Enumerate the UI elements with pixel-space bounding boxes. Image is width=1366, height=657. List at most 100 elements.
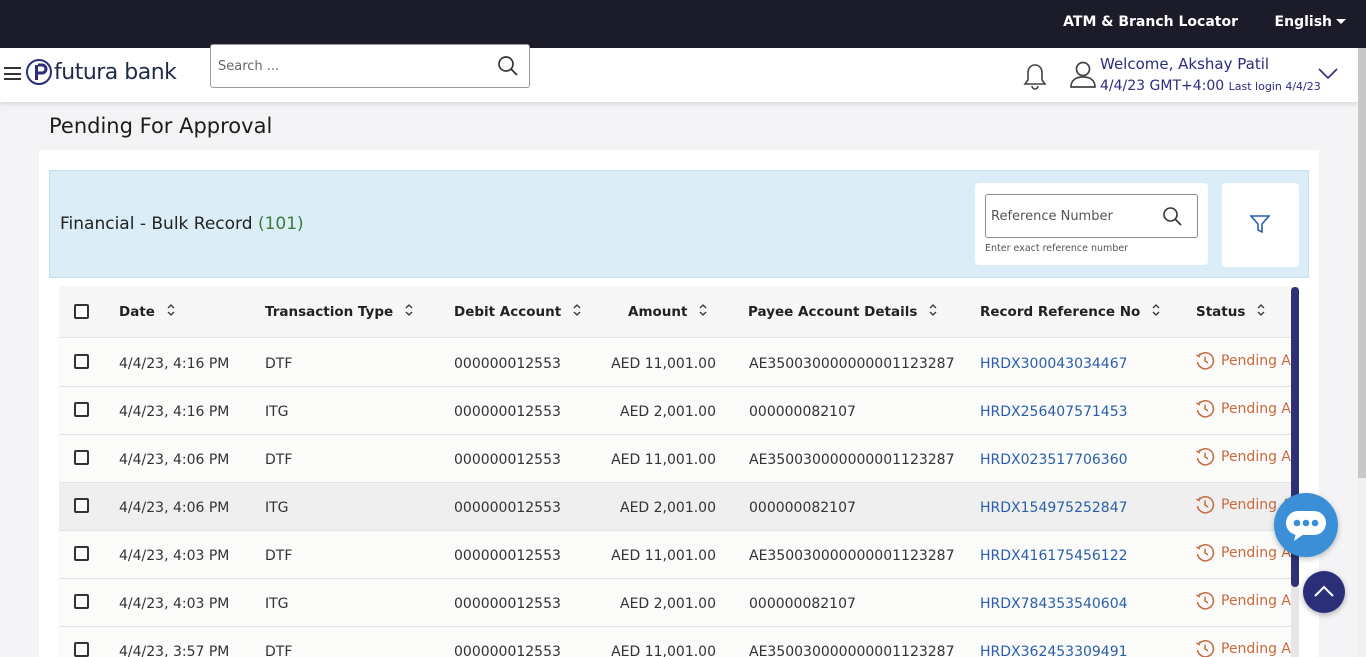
status-text: Pending Ap xyxy=(1221,449,1291,465)
cell-amount: AED 11,001.00 xyxy=(611,356,716,372)
record-reference-link[interactable]: HRDX023517706360 xyxy=(980,452,1128,468)
table-row[interactable]: 4/4/23, 4:06 PM DTF 000000012553 AED 11,001… xyxy=(59,435,1291,483)
banner-title-text: Financial - Bulk Record xyxy=(60,214,253,234)
cell-date: 4/4/23, 4:03 PM xyxy=(119,596,230,612)
clock-history-icon xyxy=(1196,352,1215,370)
language-selector[interactable]: English xyxy=(1275,14,1332,30)
search-input[interactable]: Search ... xyxy=(210,44,530,88)
row-checkbox[interactable] xyxy=(74,498,89,513)
table-row[interactable]: 4/4/23, 4:16 PM DTF 000000012553 AED 11,001… xyxy=(59,339,1291,387)
cell-transaction-type: ITG xyxy=(265,596,289,612)
filter-icon xyxy=(1250,215,1270,234)
status-badge: Pending Ap xyxy=(1195,351,1291,371)
filter-button[interactable] xyxy=(1222,183,1299,267)
last-login: Last login 4/4/23 xyxy=(1228,80,1321,93)
records-table: Date Transaction Type Debit Account Amou… xyxy=(59,286,1291,657)
user-menu-chevron-down-icon[interactable] xyxy=(1318,65,1338,84)
search-icon[interactable] xyxy=(497,55,519,77)
cell-debit-account: 000000012553 xyxy=(454,644,561,657)
record-reference-link[interactable]: HRDX256407571453 xyxy=(980,404,1128,420)
notification-bell-icon[interactable] xyxy=(1023,62,1047,94)
table-row[interactable]: 4/4/23, 4:03 PM DTF 000000012553 AED 11,001… xyxy=(59,531,1291,579)
record-reference-link[interactable]: HRDX416175456122 xyxy=(980,548,1128,564)
table-row[interactable]: 4/4/23, 4:16 PM ITG 000000012553 AED 2,001.… xyxy=(59,387,1291,435)
brand-name: futura bank xyxy=(54,59,177,85)
page-scrollbar-thumb[interactable] xyxy=(1358,48,1366,478)
cell-transaction-type: DTF xyxy=(265,644,293,657)
futura-logo-icon xyxy=(26,59,52,85)
sort-icon[interactable] xyxy=(699,303,707,317)
column-header-date[interactable]: Date xyxy=(119,304,175,320)
column-header-status[interactable]: Status xyxy=(1196,304,1265,320)
cell-payee-account: AE350030000000001123287 xyxy=(749,452,955,468)
status-text: Pending Ap xyxy=(1221,353,1291,369)
menu-icon[interactable] xyxy=(4,67,21,80)
status-badge: Pending Ap xyxy=(1195,591,1291,611)
row-checkbox[interactable] xyxy=(74,594,89,609)
welcome-text: Welcome, Akshay Patil xyxy=(1100,55,1270,73)
page-scrollbar[interactable] xyxy=(1358,48,1366,657)
scroll-to-top-button[interactable] xyxy=(1303,571,1345,613)
cell-transaction-type: DTF xyxy=(265,452,293,468)
chat-bubble-icon xyxy=(1286,511,1326,541)
cell-amount: AED 2,001.00 xyxy=(620,596,716,612)
language-caret-icon[interactable] xyxy=(1336,19,1346,24)
search-placeholder: Search ... xyxy=(218,59,280,74)
cell-debit-account: 000000012553 xyxy=(454,548,561,564)
user-avatar-icon[interactable] xyxy=(1069,60,1097,94)
sort-icon[interactable] xyxy=(1257,303,1265,317)
sort-icon[interactable] xyxy=(405,303,413,317)
cell-debit-account: 000000012553 xyxy=(454,404,561,420)
brand-logo[interactable]: futura bank xyxy=(26,59,177,85)
column-header-debit-account[interactable]: Debit Account xyxy=(454,304,581,320)
login-time: 4/4/23 GMT+4:00 xyxy=(1100,78,1225,94)
record-reference-link[interactable]: HRDX154975252847 xyxy=(980,500,1128,516)
sort-icon[interactable] xyxy=(1152,303,1160,317)
column-header-payee-account[interactable]: Payee Account Details xyxy=(748,304,937,320)
row-checkbox[interactable] xyxy=(74,450,89,465)
table-scrollbar[interactable] xyxy=(1291,287,1299,657)
reference-number-input[interactable]: Reference Number xyxy=(985,194,1198,238)
sort-icon[interactable] xyxy=(929,303,937,317)
row-checkbox[interactable] xyxy=(74,354,89,369)
cell-debit-account: 000000012553 xyxy=(454,596,561,612)
search-icon[interactable] xyxy=(1162,206,1183,227)
select-all-checkbox[interactable] xyxy=(74,304,89,319)
cell-transaction-type: DTF xyxy=(265,548,293,564)
record-reference-link[interactable]: HRDX300043034467 xyxy=(980,356,1128,372)
app-header: futura bank Welcome, Akshay Patil 4/4/23… xyxy=(0,48,1358,102)
cell-payee-account: AE350030000000001123287 xyxy=(749,548,955,564)
cell-amount: AED 2,001.00 xyxy=(620,500,716,516)
sort-icon[interactable] xyxy=(573,303,581,317)
cell-debit-account: 000000012553 xyxy=(454,356,561,372)
reference-search-box: Reference Number Enter exact reference n… xyxy=(975,183,1208,265)
row-checkbox[interactable] xyxy=(74,402,89,417)
atm-branch-locator-link[interactable]: ATM & Branch Locator xyxy=(1063,14,1238,30)
record-banner: Financial - Bulk Record (101) Reference … xyxy=(49,170,1309,278)
table-row[interactable]: 4/4/23, 4:06 PM ITG 000000012553 AED 2,001.… xyxy=(59,483,1291,531)
chat-button[interactable] xyxy=(1274,493,1338,557)
record-count: (101) xyxy=(257,214,304,234)
record-reference-link[interactable]: HRDX784353540604 xyxy=(980,596,1128,612)
cell-transaction-type: ITG xyxy=(265,404,289,420)
cell-amount: AED 11,001.00 xyxy=(611,644,716,657)
cell-date: 4/4/23, 4:06 PM xyxy=(119,452,230,468)
status-text: Pending Ap xyxy=(1221,401,1291,417)
table-row[interactable]: 4/4/23, 4:03 PM ITG 000000012553 AED 2,001.… xyxy=(59,579,1291,627)
table-row[interactable]: 4/4/23, 3:57 PM DTF 000000012553 AED 11,001… xyxy=(59,627,1291,657)
sort-icon[interactable] xyxy=(167,303,175,317)
clock-history-icon xyxy=(1196,496,1215,514)
column-header-amount[interactable]: Amount xyxy=(628,304,707,320)
cell-debit-account: 000000012553 xyxy=(454,452,561,468)
top-bar: ATM & Branch Locator English xyxy=(0,0,1366,48)
column-header-transaction-type[interactable]: Transaction Type xyxy=(265,304,413,320)
cell-date: 4/4/23, 4:16 PM xyxy=(119,404,230,420)
cell-payee-account: 000000082107 xyxy=(749,596,856,612)
record-reference-link[interactable]: HRDX362453309491 xyxy=(980,644,1128,657)
column-header-record-reference[interactable]: Record Reference No xyxy=(980,304,1160,320)
row-checkbox[interactable] xyxy=(74,546,89,561)
clock-history-icon xyxy=(1196,400,1215,418)
page-title: Pending For Approval xyxy=(49,114,273,138)
status-badge: Pending Ap xyxy=(1195,447,1291,467)
row-checkbox[interactable] xyxy=(74,642,89,657)
